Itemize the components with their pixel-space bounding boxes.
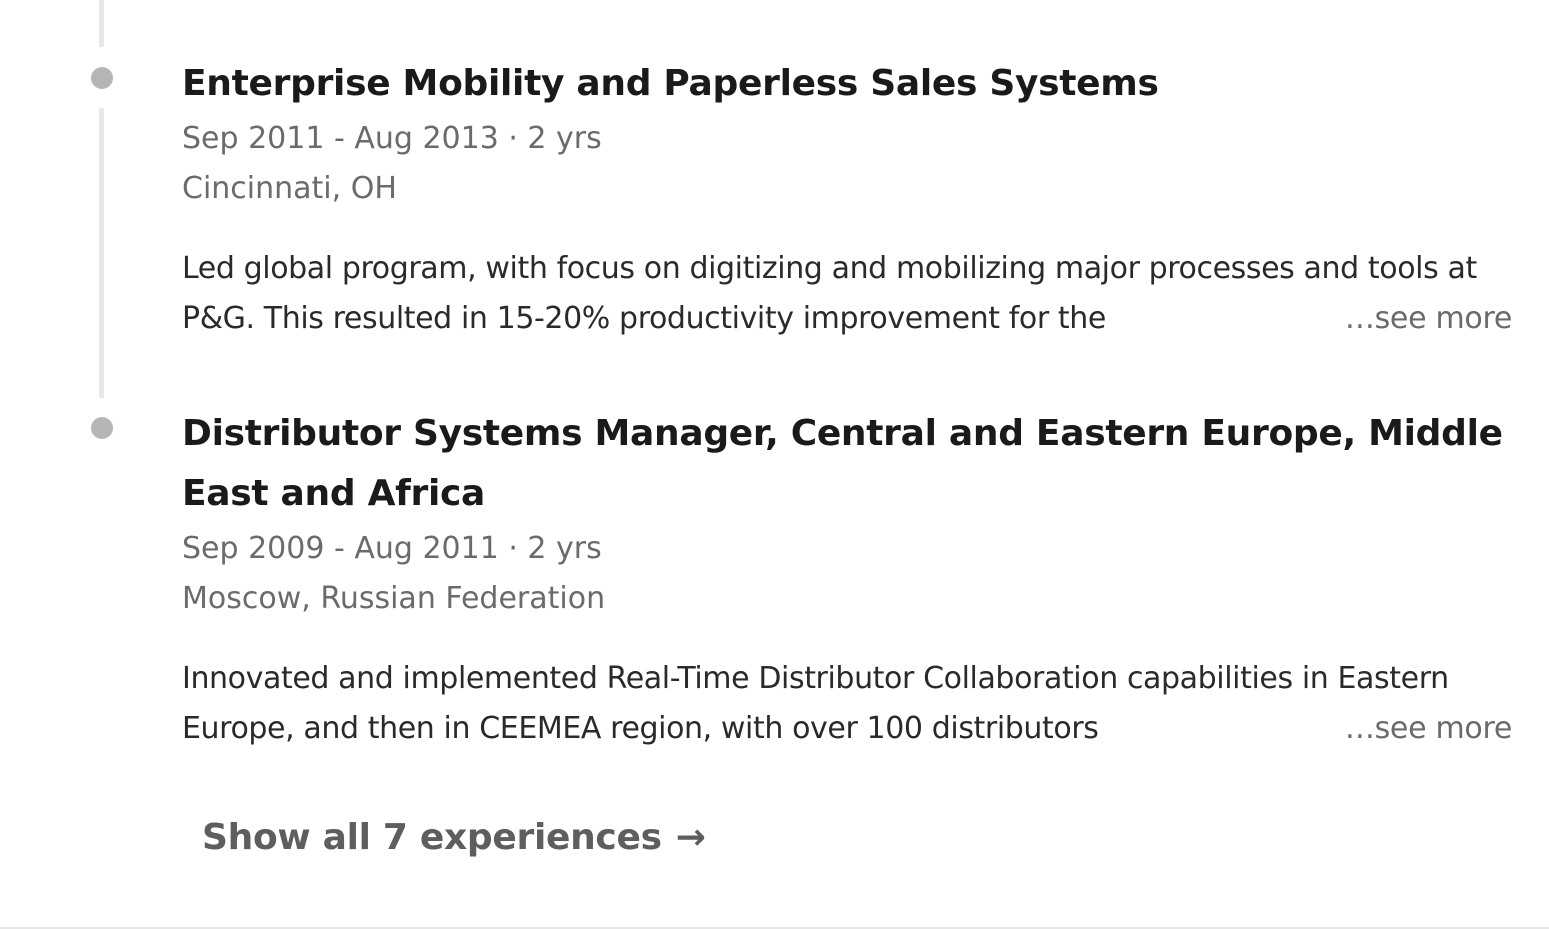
experience-location: Moscow, Russian Federation <box>182 581 606 616</box>
arrow-right-icon: → <box>675 817 706 858</box>
timeline-dot <box>91 67 113 89</box>
experience-section: Enterprise Mobility and Paperless Sales … <box>0 0 1549 929</box>
experience-title[interactable]: Distributor Systems Manager, Central and… <box>182 404 1522 524</box>
experience-dates: Sep 2009 - Aug 2011 · 2 yrs <box>182 531 602 566</box>
experience-description: Innovated and implemented Real-Time Dist… <box>182 661 1449 746</box>
experience-description: Led global program, with focus on digiti… <box>182 251 1477 336</box>
see-more-button[interactable]: …see more <box>1318 294 1512 344</box>
experience-description-wrap: Led global program, with focus on digiti… <box>182 244 1512 344</box>
see-more-button[interactable]: …see more <box>1318 704 1512 754</box>
experience-item: Distributor Systems Manager, Central and… <box>182 404 1522 754</box>
timeline-line <box>99 108 104 398</box>
timeline-line <box>99 0 104 47</box>
experience-location: Cincinnati, OH <box>182 171 397 206</box>
experience-item: Enterprise Mobility and Paperless Sales … <box>182 54 1522 344</box>
experience-dates: Sep 2011 - Aug 2013 · 2 yrs <box>182 121 602 156</box>
experience-title[interactable]: Enterprise Mobility and Paperless Sales … <box>182 54 1522 114</box>
experience-description-wrap: Innovated and implemented Real-Time Dist… <box>182 654 1512 754</box>
timeline-dot <box>91 417 113 439</box>
show-all-label: Show all 7 experiences <box>202 817 662 858</box>
show-all-experiences-button[interactable]: Show all 7 experiences → <box>202 810 706 866</box>
